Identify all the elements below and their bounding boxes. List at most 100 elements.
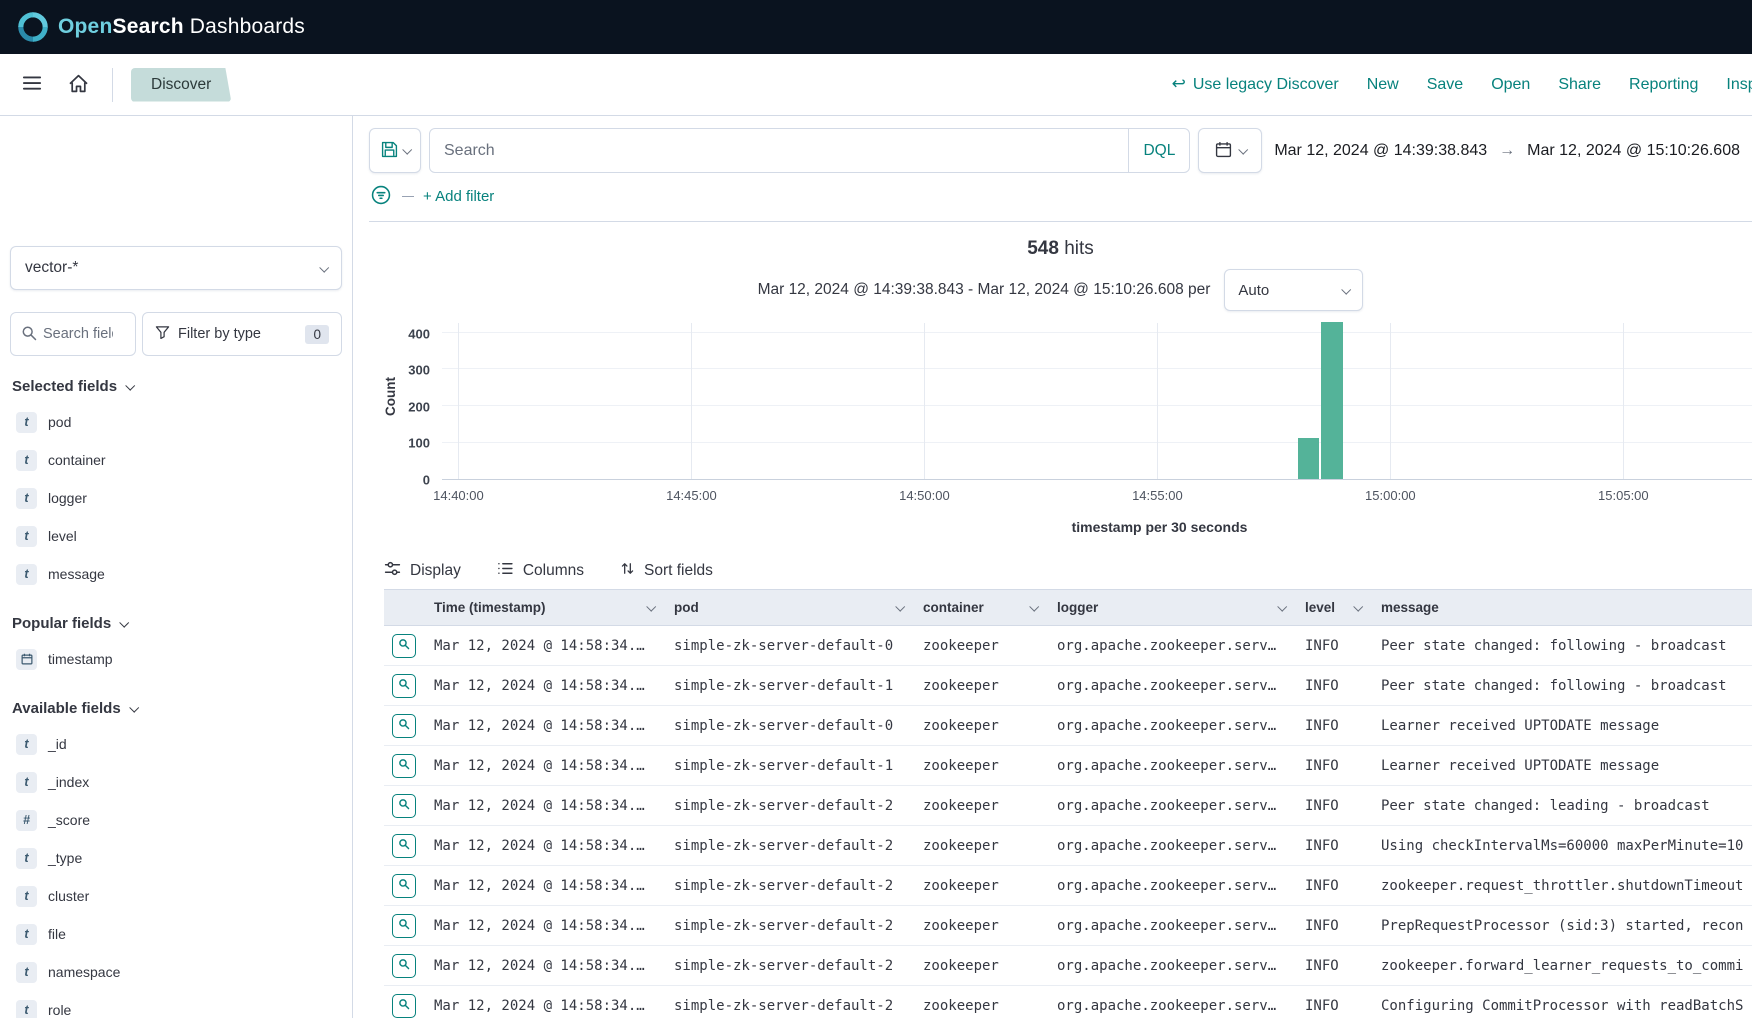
field-item-logger[interactable]: tlogger — [10, 479, 342, 517]
section-heading-popular-fields[interactable]: Popular fields — [12, 615, 340, 632]
expand-document-button[interactable] — [392, 754, 416, 778]
add-filter-button[interactable]: + Add filter — [423, 188, 494, 205]
menu-button[interactable] — [16, 69, 48, 101]
expand-document-button[interactable] — [392, 874, 416, 898]
field-item-id[interactable]: t_id — [10, 725, 342, 763]
app-title-open: Open — [58, 15, 112, 38]
expand-cell — [384, 746, 424, 786]
breadcrumb[interactable]: Discover — [131, 68, 231, 102]
nav-link-label: Use legacy Discover — [1193, 76, 1339, 94]
field-name: namespace — [48, 964, 120, 980]
sort-chevron-icon[interactable] — [1029, 602, 1039, 612]
sort-chevron-icon[interactable] — [646, 602, 656, 612]
nav-link-open[interactable]: Open — [1491, 76, 1530, 94]
date-range-end[interactable]: Mar 12, 2024 @ 15:10:26.608 — [1527, 142, 1740, 160]
field-name: _score — [48, 812, 90, 828]
chevron-down-icon — [125, 381, 135, 391]
field-item-namespace[interactable]: tnamespace — [10, 953, 342, 991]
section-heading-selected-fields[interactable]: Selected fields — [12, 378, 340, 395]
discover-main: DQL Mar 12, 2024 @ 14:39:38.843 → Mar 12… — [353, 116, 1752, 1018]
display-button[interactable]: Display — [384, 560, 461, 582]
expand-document-button[interactable] — [392, 914, 416, 938]
home-button[interactable] — [62, 69, 94, 101]
columns-button[interactable]: Columns — [497, 560, 584, 582]
expand-document-button[interactable] — [392, 794, 416, 818]
cell-level: INFO — [1295, 906, 1371, 946]
saved-query-button[interactable] — [369, 128, 421, 173]
cell-pod: simple-zk-server-default-0 — [664, 706, 913, 746]
expand-document-button[interactable] — [392, 954, 416, 978]
query-language-button[interactable]: DQL — [1128, 129, 1189, 172]
interval-value: Auto — [1238, 282, 1269, 299]
cell-message: Using checkIntervalMs=60000 maxPerMinute… — [1371, 826, 1752, 866]
expand-document-button[interactable] — [392, 714, 416, 738]
expand-document-button[interactable] — [392, 634, 416, 658]
field-item-timestamp[interactable]: timestamp — [10, 640, 342, 678]
interval-select[interactable]: Auto — [1224, 269, 1363, 311]
nav-link-share[interactable]: Share — [1558, 76, 1601, 94]
field-section-selected-fields: Selected fields tpodtcontainertloggertlev… — [10, 378, 342, 593]
inspect-icon — [398, 638, 410, 654]
expand-document-button[interactable] — [392, 834, 416, 858]
date-picker-quick-button[interactable] — [1198, 128, 1262, 173]
index-pattern-selector[interactable]: vector-* — [10, 246, 342, 290]
expand-document-button[interactable] — [392, 994, 416, 1018]
opensearch-logo-icon — [18, 12, 48, 42]
nav-link-new[interactable]: New — [1367, 76, 1399, 94]
y-gridline — [442, 405, 1752, 406]
inspect-icon — [398, 798, 410, 814]
field-type-string-icon: t — [16, 886, 37, 907]
inspect-icon — [398, 758, 410, 774]
nav-link-label: Open — [1491, 76, 1530, 94]
column-header-pod[interactable]: pod — [664, 590, 913, 626]
cell-pod: simple-zk-server-default-0 — [664, 626, 913, 666]
field-item-pod[interactable]: tpod — [10, 403, 342, 441]
home-icon — [68, 73, 89, 97]
histogram-bar[interactable] — [1298, 438, 1319, 479]
field-search-input[interactable] — [43, 326, 113, 342]
date-range-start[interactable]: Mar 12, 2024 @ 14:39:38.843 — [1274, 142, 1487, 160]
column-header-level[interactable]: level — [1295, 590, 1371, 626]
filter-by-type-button[interactable]: Filter by type 0 — [142, 312, 342, 356]
field-item-message[interactable]: tmessage — [10, 555, 342, 593]
nav-link-use-legacy-discover[interactable]: ↩Use legacy Discover — [1172, 75, 1339, 94]
filter-circle-icon — [371, 185, 391, 208]
field-item-role[interactable]: trole — [10, 991, 342, 1018]
nav-link-inspect[interactable]: Inspect — [1726, 76, 1752, 94]
field-item-file[interactable]: tfile — [10, 915, 342, 953]
search-input[interactable] — [430, 142, 1128, 160]
sort-fields-button[interactable]: Sort fields — [620, 561, 713, 581]
column-header-container[interactable]: container — [913, 590, 1047, 626]
field-item-container[interactable]: tcontainer — [10, 441, 342, 479]
expand-document-button[interactable] — [392, 674, 416, 698]
sort-chevron-icon[interactable] — [1353, 602, 1363, 612]
table-row: Mar 12, 2024 @ 14:58:34.…simple-zk-serve… — [384, 826, 1752, 866]
field-item-level[interactable]: tlevel — [10, 517, 342, 555]
filter-options-button[interactable] — [369, 184, 393, 208]
field-item-index[interactable]: t_index — [10, 763, 342, 801]
query-bar: DQL Mar 12, 2024 @ 14:39:38.843 → Mar 12… — [369, 128, 1752, 173]
y-tick-label: 100 — [408, 436, 430, 451]
field-item-type[interactable]: t_type — [10, 839, 342, 877]
histogram-bar[interactable] — [1321, 322, 1342, 479]
field-item-cluster[interactable]: tcluster — [10, 877, 342, 915]
sort-chevron-icon[interactable] — [1277, 602, 1287, 612]
field-item-score[interactable]: #_score — [10, 801, 342, 839]
nav-link-reporting[interactable]: Reporting — [1629, 76, 1698, 94]
y-axis-label: Count — [383, 377, 398, 416]
field-sections: Selected fields tpodtcontainertloggertlev… — [10, 378, 342, 1018]
sort-chevron-icon[interactable] — [895, 602, 905, 612]
x-tick-label: 14:50:00 — [899, 488, 950, 503]
column-header-logger[interactable]: logger — [1047, 590, 1295, 626]
table-row: Mar 12, 2024 @ 14:58:34.…simple-zk-serve… — [384, 986, 1752, 1018]
expand-cell — [384, 706, 424, 746]
cell-message: Learner received UPTODATE message — [1371, 706, 1752, 746]
field-name: role — [48, 1002, 71, 1018]
nav-link-save[interactable]: Save — [1427, 76, 1463, 94]
hits-count-line: 548 hits — [369, 238, 1752, 260]
sliders-icon — [384, 560, 401, 582]
column-header-time[interactable]: Time (timestamp) — [424, 590, 664, 626]
section-heading-available-fields[interactable]: Available fields — [12, 700, 340, 717]
cell-pod: simple-zk-server-default-2 — [664, 866, 913, 906]
histogram-subtitle: Mar 12, 2024 @ 14:39:38.843 - Mar 12, 20… — [758, 281, 1211, 299]
